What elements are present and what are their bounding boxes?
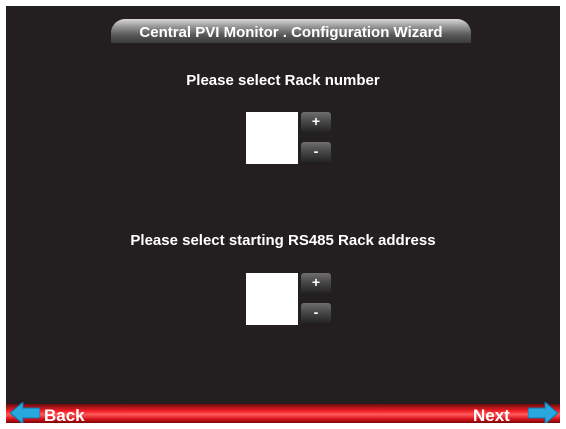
rack-number-field[interactable] [246, 112, 298, 164]
rack-address-increment-button[interactable]: + [301, 273, 331, 295]
back-arrow-icon[interactable] [10, 402, 40, 423]
rack-number-increment-button[interactable]: + [301, 112, 331, 134]
wizard-screen: Central PVI Monitor . Configuration Wiza… [6, 6, 560, 423]
rack-address-label: Please select starting RS485 Rack addres… [130, 232, 436, 249]
next-arrow-icon[interactable] [528, 402, 558, 423]
rack-number-label: Please select Rack number [186, 72, 380, 89]
rack-number-decrement-button[interactable]: - [301, 142, 331, 164]
back-button[interactable]: Back [44, 407, 85, 424]
page-title: Central PVI Monitor . Configuration Wiza… [139, 24, 443, 41]
rack-address-decrement-button[interactable]: - [301, 303, 331, 325]
rack-address-field[interactable] [246, 273, 298, 325]
next-button[interactable]: Next [473, 407, 510, 424]
